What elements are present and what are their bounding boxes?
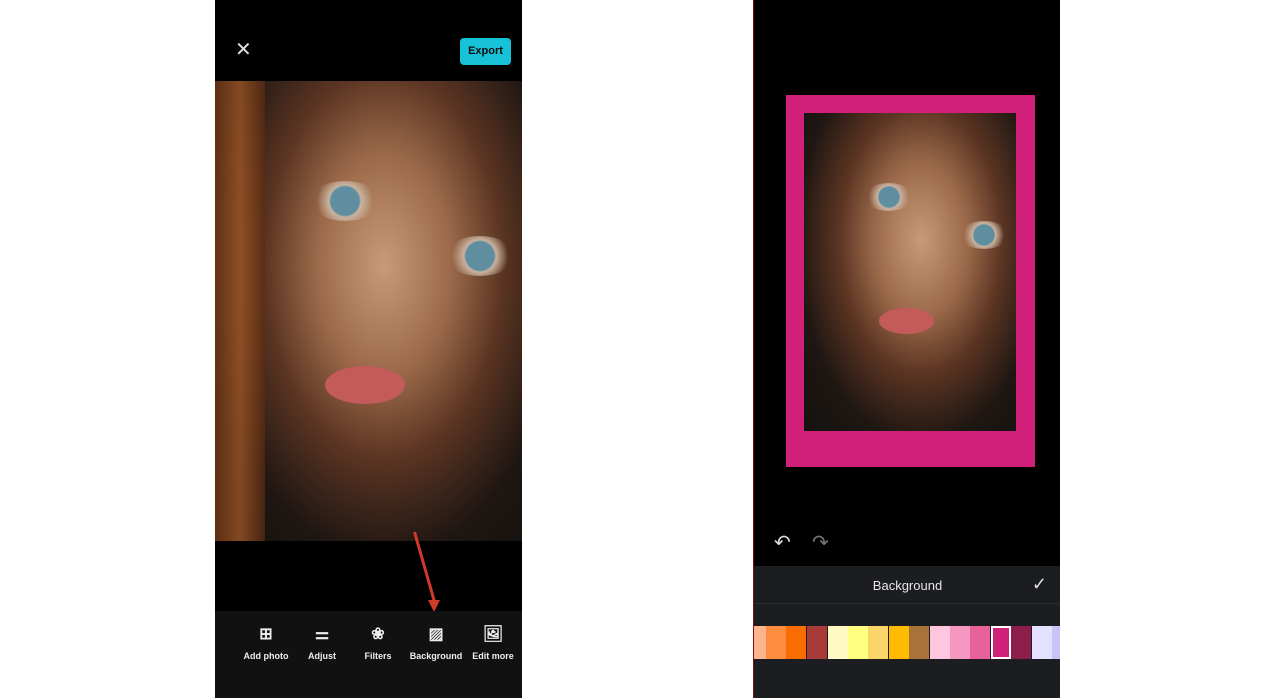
tool-background[interactable]: ▨ Background <box>406 625 466 661</box>
bottom-toolbar: ◎ers ⊞Add photo ⚌Adjust ❀Filters ▨Backgr… <box>215 611 522 698</box>
sliders-icon: ⚌ <box>314 626 330 643</box>
color-swatch[interactable] <box>848 626 868 659</box>
panel-title: Background <box>872 578 943 593</box>
color-swatch[interactable] <box>754 626 766 659</box>
editor-screen: ✕ Export ◎ers ⊞Add photo ⚌Adjust ❀Filter… <box>215 0 522 698</box>
filters-icon: ❀ <box>371 626 385 643</box>
tool-stickers[interactable]: ◎ers <box>215 625 237 661</box>
tool-adjust[interactable]: ⚌ Adjust <box>292 625 352 661</box>
checkmark-icon[interactable]: ✓ <box>1032 574 1047 595</box>
color-swatch[interactable] <box>991 626 1011 659</box>
stickers-icon: ◎ <box>215 625 237 645</box>
photo-canvas[interactable] <box>215 81 522 541</box>
color-swatch[interactable] <box>950 626 970 659</box>
add-photo-icon: ⊞ <box>259 626 273 643</box>
color-swatch[interactable] <box>786 626 806 659</box>
color-swatch[interactable] <box>766 626 786 659</box>
annotation-arrow <box>413 531 438 608</box>
color-swatches <box>754 626 1060 659</box>
redo-icon[interactable]: ↷ <box>812 530 829 555</box>
color-swatch[interactable] <box>807 626 827 659</box>
edit-image-icon: 🖼 <box>482 626 504 643</box>
color-swatch[interactable] <box>1052 626 1060 659</box>
background-screen: ↶ ↷ Background ✓ <box>753 0 1060 698</box>
tool-edit-more[interactable]: 🖼 Edit more <box>463 625 522 661</box>
color-swatch[interactable] <box>930 626 950 659</box>
tool-filters[interactable]: ❀ Filters <box>348 625 408 661</box>
color-swatch[interactable] <box>868 626 888 659</box>
background-panel: Background ✓ <box>754 566 1060 698</box>
undo-icon[interactable]: ↶ <box>774 530 791 555</box>
color-swatch[interactable] <box>909 626 929 659</box>
color-swatch[interactable] <box>828 626 848 659</box>
color-swatch[interactable] <box>970 626 990 659</box>
tool-add-photo[interactable]: ⊞ Add photo <box>236 625 296 661</box>
divider <box>754 603 1060 604</box>
background-icon: ▨ <box>428 626 444 643</box>
color-swatch[interactable] <box>1032 626 1052 659</box>
color-swatch[interactable] <box>889 626 909 659</box>
photo-canvas[interactable] <box>804 113 1016 431</box>
color-swatch[interactable] <box>1011 626 1031 659</box>
background-frame <box>786 95 1035 467</box>
export-button[interactable]: Export <box>460 38 511 65</box>
close-icon[interactable]: ✕ <box>235 40 252 60</box>
